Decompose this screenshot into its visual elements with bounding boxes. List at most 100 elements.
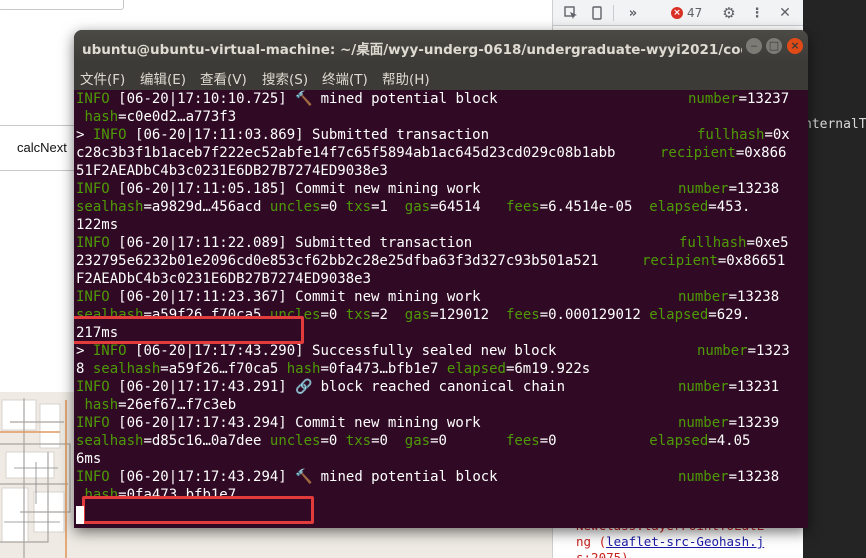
calc-next-button[interactable]: calcNext	[0, 125, 76, 171]
log-timestamp: [06-20|17:17:43.294]	[118, 469, 287, 485]
terminal-window: ubuntu@ubuntu-virtual-machine: ~/桌面/wyy-…	[74, 30, 808, 528]
log-timestamp: [06-20|17:17:43.290]	[135, 343, 304, 359]
log-continuation: F2AEADbC4b3c0231E6DB27B7274ED9038e3	[76, 271, 372, 287]
error-count: 47	[687, 6, 703, 20]
log-continuation: hash=c0e0d2…a773f3	[84, 109, 237, 125]
log-prefix: INFO [06-20|17:11:23.367] Commit new min…	[76, 288, 481, 306]
log-message: Submitted transaction	[295, 235, 473, 251]
console-line: s:2075)	[576, 550, 629, 558]
log-continuation: sealhash=d85c16…0a7dee uncles=0 txs=0 ga…	[76, 433, 751, 449]
terminal-line: INFO [06-20|17:11:23.367] Commit new min…	[76, 288, 804, 306]
console-line-prefix: ng (	[576, 534, 607, 549]
log-message: mined potential block	[320, 91, 498, 107]
maximize-button[interactable]: □	[766, 38, 782, 54]
log-level: INFO	[92, 343, 127, 359]
error-icon: ×	[671, 7, 683, 19]
inspect-element-icon[interactable]	[561, 3, 581, 23]
log-continuation: 6ms	[76, 451, 102, 467]
log-message: block reached canonical chain	[320, 379, 566, 395]
log-field: number=13238	[678, 469, 780, 485]
log-timestamp: [06-20|17:17:43.294]	[118, 415, 287, 431]
log-level: INFO	[76, 235, 110, 251]
log-field: recipient=0x866	[660, 145, 787, 161]
log-prefix: INFO [06-20|17:17:43.294] 🔨 mined potent…	[76, 468, 498, 486]
page-input-box[interactable]	[0, 0, 124, 10]
prompt-marker: >	[76, 343, 93, 359]
error-counter[interactable]: × 47	[671, 3, 715, 23]
log-field: fullhash=0xe5	[679, 235, 789, 251]
log-level: INFO	[76, 379, 110, 395]
menu-file[interactable]: 文件(F)	[80, 68, 125, 88]
log-prefix: > INFO [06-20|17:11:03.869] Submitted tr…	[76, 126, 489, 144]
log-message: mined potential block	[320, 469, 498, 485]
highlight-box	[82, 496, 314, 524]
log-message: Commit new mining work	[295, 415, 481, 431]
log-field: number=13238	[678, 289, 780, 305]
log-field: number=1323	[697, 343, 790, 359]
log-field: number=13239	[678, 415, 780, 431]
log-timestamp: [06-20|17:10:10.725]	[118, 91, 287, 107]
log-continuation: 232795e6232b01e2096cd0e853cf62bb2c28e25d…	[76, 253, 599, 269]
more-tabs-icon[interactable]: »	[623, 3, 643, 23]
terminal-line: c28c3b3f1b1aceb7f222ec52abfe14f7c65f5894…	[76, 144, 804, 162]
terminal-line: 6ms	[76, 450, 804, 468]
source-link[interactable]: leaflet-src-Geohash.j	[606, 534, 764, 549]
menu-help[interactable]: 帮助(H)	[382, 68, 430, 88]
log-prefix: INFO [06-20|17:11:05.185] Commit new min…	[76, 180, 481, 198]
log-message: Submitted transaction	[312, 127, 490, 143]
terminal-line: INFO [06-20|17:17:43.294] 🔨 mined potent…	[76, 468, 804, 486]
terminal-cursor	[76, 506, 84, 524]
settings-gear-icon[interactable]: ⚙	[719, 3, 739, 23]
devtools-dark-pane	[803, 0, 866, 558]
log-field: recipient=0x86651	[642, 253, 786, 269]
terminal-line: > INFO [06-20|17:11:03.869] Submitted tr…	[76, 126, 804, 144]
log-level: INFO	[76, 181, 110, 197]
devtools-toolbar: » × 47 ⚙ ⋮ ✕	[553, 0, 803, 26]
menu-search[interactable]: 搜索(S)	[262, 68, 308, 88]
devtools-side-text: nternalTy	[804, 117, 866, 132]
log-continuation: c28c3b3f1b1aceb7f222ec52abfe14f7c65f5894…	[76, 145, 616, 161]
terminal-line: sealhash=d85c16…0a7dee uncles=0 txs=0 ga…	[76, 432, 804, 450]
terminal-line: INFO [06-20|17:11:05.185] Commit new min…	[76, 180, 804, 198]
log-continuation: hash=26ef67…f7c3eb	[84, 397, 237, 413]
terminal-line: 232795e6232b01e2096cd0e853cf62bb2c28e25d…	[76, 252, 804, 270]
calc-next-label: calcNext	[17, 140, 67, 155]
terminal-line: > INFO [06-20|17:17:43.290] Successfully…	[76, 342, 804, 360]
log-level: INFO	[76, 415, 110, 431]
terminal-line: INFO [06-20|17:17:43.294] Commit new min…	[76, 414, 804, 432]
log-level: INFO	[76, 289, 110, 305]
minimize-button[interactable]: ‒	[746, 38, 762, 54]
log-prefix: INFO [06-20|17:17:43.294] Commit new min…	[76, 414, 481, 432]
log-prefix: > INFO [06-20|17:17:43.290] Successfully…	[76, 342, 556, 360]
terminal-menubar: 文件(F) 编辑(E) 查看(V) 搜索(S) 终端(T) 帮助(H)	[74, 62, 808, 90]
menu-terminal[interactable]: 终端(T)	[322, 68, 368, 88]
window-title: ubuntu@ubuntu-virtual-machine: ~/桌面/wyy-…	[82, 42, 742, 58]
log-message: Successfully sealed new block	[312, 343, 557, 359]
highlight-box	[74, 316, 304, 344]
terminal-line: 8 sealhash=a59f26…f70ca5 hash=0fa473…bfb…	[76, 360, 804, 378]
prompt-marker: >	[76, 127, 93, 143]
close-button[interactable]: ×	[787, 38, 803, 54]
log-level: INFO	[76, 91, 110, 107]
menu-view[interactable]: 查看(V)	[200, 68, 247, 88]
terminal-line: sealhash=a9829d…456acd uncles=0 txs=1 ga…	[76, 198, 804, 216]
more-options-icon[interactable]: ⋮	[747, 3, 767, 23]
log-prefix: INFO [06-20|17:17:43.291] 🔗 block reache…	[76, 378, 565, 396]
toolbar-divider	[613, 5, 614, 21]
menu-edit[interactable]: 编辑(E)	[140, 68, 186, 88]
terminal-line: hash=c0e0d2…a773f3	[76, 108, 804, 126]
log-continuation: 8 sealhash=a59f26…f70ca5 hash=0fa473…bfb…	[76, 361, 591, 377]
log-level: INFO	[76, 469, 110, 485]
device-toggle-icon[interactable]	[587, 3, 607, 23]
log-timestamp: [06-20|17:17:43.291]	[118, 379, 287, 395]
terminal-line: 51F2AEADbC4b3c0231E6DB27B7274ED9038e3	[76, 162, 804, 180]
close-devtools-icon[interactable]: ✕	[775, 3, 795, 23]
log-message: Commit new mining work	[295, 181, 481, 197]
log-message: Commit new mining work	[295, 289, 481, 305]
terminal-line: F2AEADbC4b3c0231E6DB27B7274ED9038e3	[76, 270, 804, 288]
terminal-titlebar[interactable]: ubuntu@ubuntu-virtual-machine: ~/桌面/wyy-…	[74, 30, 808, 62]
terminal-output[interactable]: INFO [06-20|17:10:10.725] 🔨 mined potent…	[74, 90, 808, 528]
terminal-line: INFO [06-20|17:11:22.089] Submitted tran…	[76, 234, 804, 252]
log-prefix: INFO [06-20|17:10:10.725] 🔨 mined potent…	[76, 90, 498, 108]
log-timestamp: [06-20|17:11:03.869]	[135, 127, 304, 143]
